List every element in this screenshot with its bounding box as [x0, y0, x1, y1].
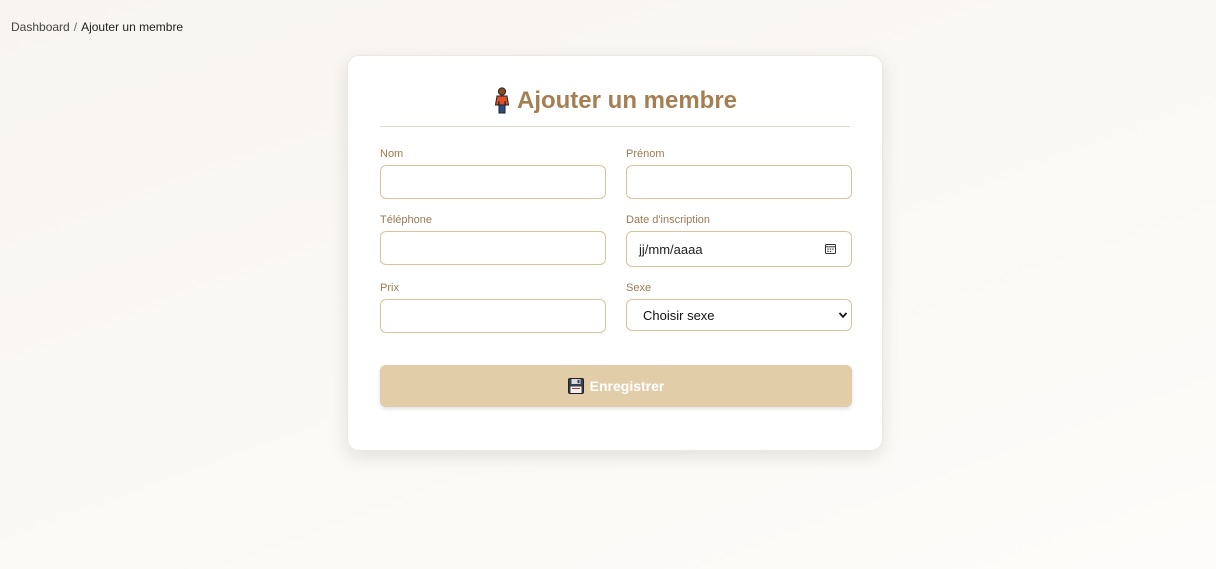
nom-input[interactable]: [380, 165, 606, 199]
nom-label: Nom: [380, 148, 404, 160]
person-standing-icon: [494, 87, 510, 114]
breadcrumb-dashboard-link[interactable]: Dashboard: [11, 20, 70, 34]
breadcrumb-separator: /: [73, 20, 78, 34]
field-telephone: Téléphone: [380, 214, 606, 267]
sexe-selected-value: Choisir sexe: [643, 307, 715, 323]
field-nom: Nom: [380, 148, 606, 199]
date-inscription-label: Date d'inscription: [626, 214, 711, 226]
page-title: Ajouter un membre: [516, 87, 738, 114]
telephone-input[interactable]: [380, 231, 606, 265]
save-button-label: Enregistrer: [589, 378, 665, 394]
calendar-icon[interactable]: [825, 243, 836, 254]
floppy-disk-icon: [567, 378, 584, 394]
add-member-card: Ajouter un membre Nom Prénom Téléphone D…: [347, 55, 883, 451]
prenom-label: Prénom: [626, 148, 665, 160]
sexe-select[interactable]: Choisir sexe: [626, 299, 852, 331]
prenom-input[interactable]: [626, 165, 852, 199]
prix-input[interactable]: [380, 299, 606, 333]
field-sexe: Sexe Choisir sexe: [626, 282, 852, 333]
save-button[interactable]: Enregistrer: [380, 365, 852, 407]
card-header: Ajouter un membre: [380, 56, 850, 127]
prix-label: Prix: [380, 282, 399, 294]
breadcrumb-current: Ajouter un membre: [81, 20, 184, 34]
field-prix: Prix: [380, 282, 606, 333]
page-title-wrapper: Ajouter un membre: [493, 87, 737, 115]
telephone-label: Téléphone: [380, 214, 432, 226]
date-inscription-input[interactable]: jj/mm/aaaa: [626, 231, 852, 267]
field-prenom: Prénom: [626, 148, 852, 199]
member-form: Nom Prénom Téléphone Date d'inscription …: [380, 148, 852, 333]
chevron-down-icon: [838, 312, 848, 319]
breadcrumb: Dashboard / Ajouter un membre: [11, 20, 183, 34]
date-placeholder: jj/mm/aaaa: [639, 241, 703, 257]
sexe-label: Sexe: [626, 282, 652, 294]
field-date-inscription: Date d'inscription jj/mm/aaaa: [626, 214, 852, 267]
